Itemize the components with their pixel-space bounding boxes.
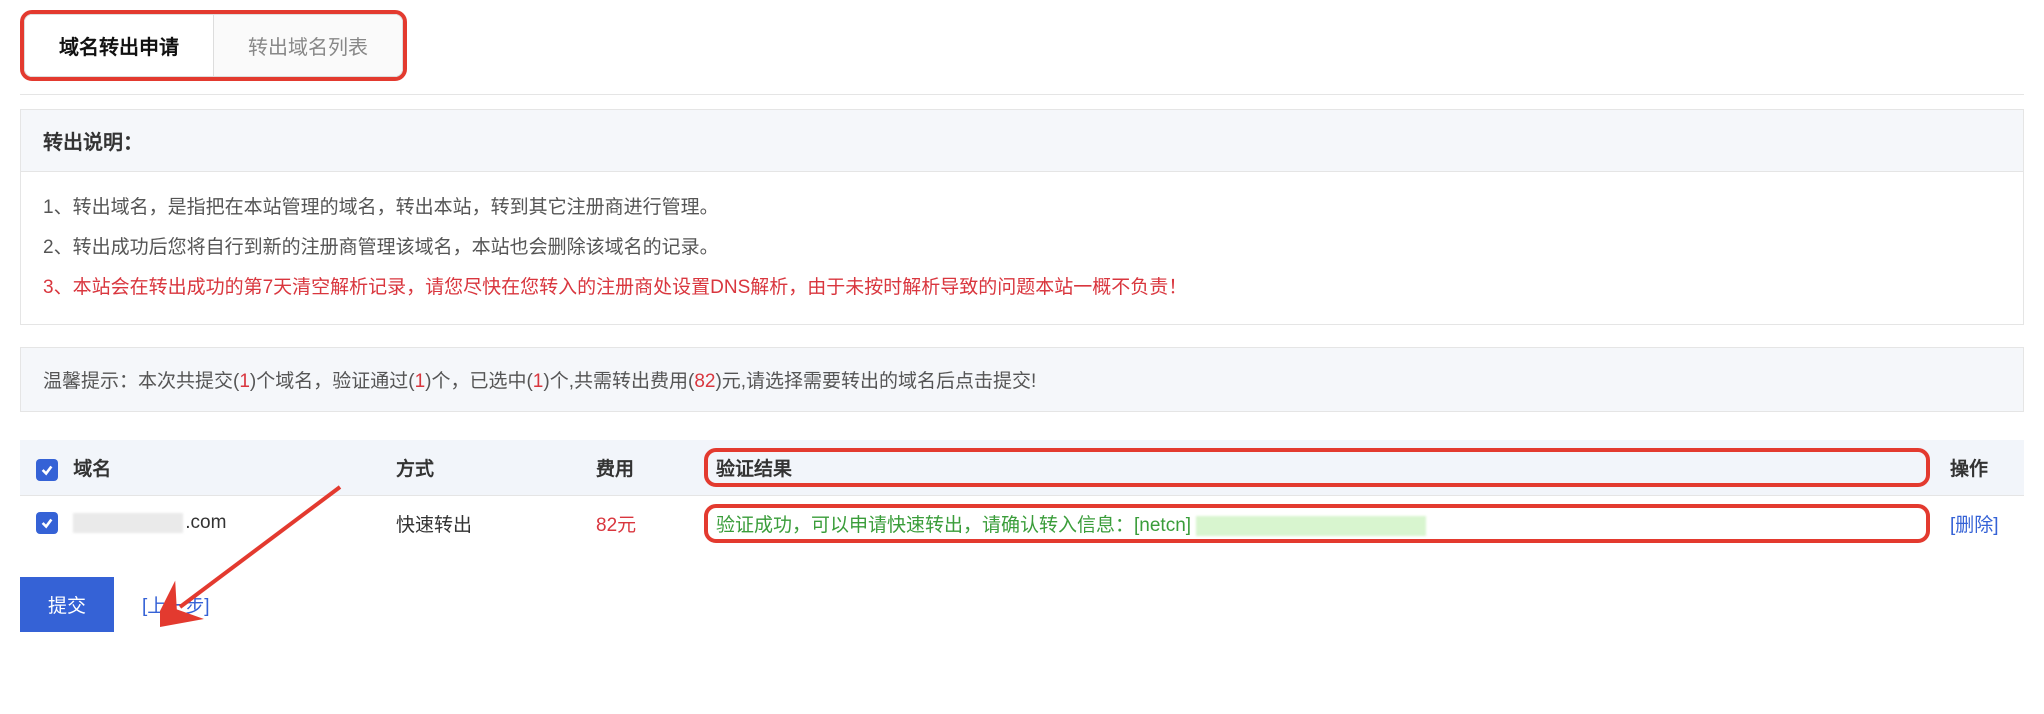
- delete-link[interactable]: [删除]: [1950, 515, 1999, 536]
- result-highlight-box: 验证结果: [716, 454, 1918, 481]
- instruction-line-2: 2、转出成功后您将自行到新的注册商管理该域名，本站也会删除该域名的记录。: [43, 228, 2001, 268]
- tabs: 域名转出申请 转出域名列表: [24, 14, 403, 77]
- cell-result: 验证成功，可以申请快速转出，请确认转入信息：[netcn]: [700, 495, 1934, 551]
- select-all-checkbox[interactable]: [36, 459, 58, 481]
- tip-seg-5: )元,请选择需要转出的域名后点击提交!: [715, 371, 1036, 392]
- cell-domain: .com: [20, 495, 380, 551]
- th-method: 方式: [380, 440, 580, 496]
- tip-seg-1: 温馨提示：本次共提交(: [43, 371, 239, 392]
- domain-masked-part: [73, 513, 183, 533]
- tip-count-submitted: 1: [239, 371, 250, 392]
- cell-fee: 82元: [580, 495, 700, 551]
- tip-seg-3: )个，已选中(: [425, 371, 533, 392]
- verify-result-masked: [1196, 516, 1426, 536]
- cell-method: 快速转出: [380, 495, 580, 551]
- th-domain: 域名: [20, 440, 380, 496]
- th-result: 验证结果: [700, 440, 1934, 496]
- tip-seg-4: )个,共需转出费用(: [543, 371, 694, 392]
- instructions-body: 1、转出域名，是指把在本站管理的域名，转出本站，转到其它注册商进行管理。 2、转…: [21, 172, 2023, 324]
- domain-table: 域名 方式 费用 验证结果 操作 .com: [20, 440, 2024, 551]
- tip-seg-2: )个域名，验证通过(: [250, 371, 415, 392]
- tip-count-verified: 1: [415, 371, 426, 392]
- submit-button[interactable]: 提交: [20, 577, 114, 632]
- th-action: 操作: [1934, 440, 2024, 496]
- instruction-line-3-warning: 3、本站会在转出成功的第7天清空解析记录，请您尽快在您转入的注册商处设置DNS解…: [43, 268, 2001, 308]
- table-row: .com 快速转出 82元 验证成功，可以申请快速转出，请确认转入信息：[net…: [20, 495, 2024, 551]
- tip-count-selected: 1: [533, 371, 544, 392]
- instructions-title: 转出说明：: [21, 110, 2023, 172]
- back-link[interactable]: [上一步]: [142, 591, 210, 618]
- check-icon: [40, 516, 54, 530]
- th-result-label: 验证结果: [716, 459, 792, 480]
- result-highlight-box-row: 验证成功，可以申请快速转出，请确认转入信息：[netcn]: [716, 510, 1918, 537]
- verify-result-text: 验证成功，可以申请快速转出，请确认转入信息：[netcn]: [716, 515, 1196, 536]
- th-domain-label: 域名: [73, 459, 111, 480]
- domain-table-wrap: 域名 方式 费用 验证结果 操作 .com: [20, 440, 2024, 551]
- cell-action: [删除]: [1934, 495, 2024, 551]
- instructions-panel: 转出说明： 1、转出域名，是指把在本站管理的域名，转出本站，转到其它注册商进行管…: [20, 109, 2024, 325]
- row-checkbox[interactable]: [36, 512, 58, 534]
- summary-tip: 温馨提示：本次共提交(1)个域名，验证通过(1)个，已选中(1)个,共需转出费用…: [20, 347, 2024, 412]
- tab-transfer-list[interactable]: 转出域名列表: [214, 15, 402, 76]
- tabs-highlight-box: 域名转出申请 转出域名列表: [20, 10, 407, 81]
- th-fee: 费用: [580, 440, 700, 496]
- domain-suffix: .com: [185, 512, 226, 533]
- tabs-underline: [20, 94, 2024, 95]
- footer-actions: 提交 [上一步]: [20, 577, 2024, 632]
- instruction-line-1: 1、转出域名，是指把在本站管理的域名，转出本站，转到其它注册商进行管理。: [43, 188, 2001, 228]
- check-icon: [40, 463, 54, 477]
- tab-transfer-apply[interactable]: 域名转出申请: [25, 15, 214, 76]
- tip-fee-total: 82: [694, 371, 715, 392]
